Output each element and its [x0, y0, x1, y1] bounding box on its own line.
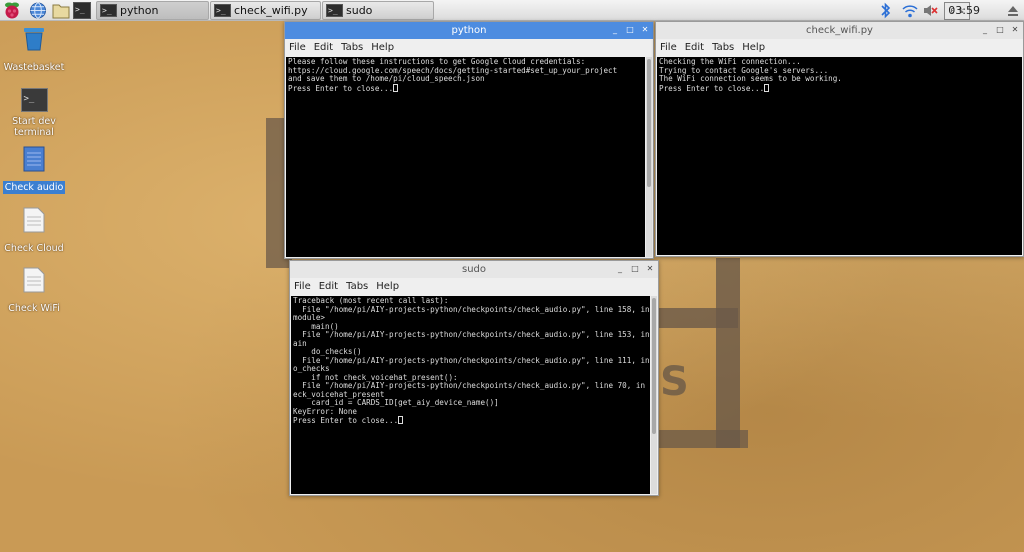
desktop-icon-wastebasket[interactable]: Wastebasket — [1, 26, 67, 74]
terminal-icon: >_ — [20, 88, 48, 112]
text-cursor — [398, 416, 404, 424]
document-icon — [23, 207, 45, 233]
window-menubar: File Edit Tabs Help — [285, 39, 653, 56]
menu-help[interactable]: Help — [742, 42, 765, 53]
menu-file[interactable]: File — [294, 281, 311, 292]
scrollbar[interactable] — [651, 296, 657, 494]
menu-help[interactable]: Help — [376, 281, 399, 292]
desktop-icon-check-wifi[interactable]: Check WiFi — [1, 267, 67, 315]
wallpaper-letter: S — [660, 359, 689, 405]
desktop-icon-check-audio[interactable]: Check audio — [1, 146, 67, 194]
minimize-button[interactable]: _ — [615, 264, 625, 274]
terminal-icon: >_ — [214, 4, 231, 17]
desktop-icon-check-cloud[interactable]: Check Cloud — [1, 207, 67, 255]
menu-file[interactable]: File — [660, 42, 677, 53]
text-cursor — [764, 83, 770, 92]
terminal-output[interactable]: Please follow these instructions to get … — [286, 57, 645, 257]
scrollbar[interactable] — [646, 57, 652, 257]
wifi-icon[interactable] — [902, 2, 918, 19]
clock[interactable]: 03:59 — [948, 4, 980, 17]
scrollbar-thumb[interactable] — [647, 59, 651, 187]
folder-icon[interactable] — [52, 2, 70, 19]
window-sudo[interactable]: sudo _ □ ✕ File Edit Tabs Help Traceback… — [289, 260, 659, 496]
menu-file[interactable]: File — [289, 42, 306, 53]
script-icon — [23, 146, 45, 172]
window-check-wifi[interactable]: check_wifi.py _ □ ✕ File Edit Tabs Help … — [655, 21, 1024, 257]
desktop-icon-start-dev-terminal[interactable]: >_ Start dev terminal — [1, 88, 67, 139]
close-button[interactable]: ✕ — [1010, 25, 1020, 35]
window-titlebar[interactable]: check_wifi.py _ □ ✕ — [656, 22, 1023, 39]
taskbar: >_ >_ python >_ check_wifi.py >_ sudo 0 … — [0, 0, 1024, 21]
eject-icon[interactable] — [1006, 2, 1020, 19]
menu-help[interactable]: Help — [371, 42, 394, 53]
minimize-button[interactable]: _ — [980, 25, 990, 35]
wallpaper-shape — [716, 258, 740, 448]
menu-tabs[interactable]: Tabs — [346, 281, 368, 292]
close-button[interactable]: ✕ — [645, 264, 655, 274]
terminal-icon: >_ — [326, 4, 343, 17]
taskbar-task-python[interactable]: >_ python — [96, 1, 209, 20]
taskbar-task-sudo[interactable]: >_ sudo — [322, 1, 434, 20]
maximize-button[interactable]: □ — [630, 264, 640, 274]
document-icon — [23, 267, 45, 293]
wallpaper-shape — [658, 308, 738, 328]
menu-tabs[interactable]: Tabs — [341, 42, 363, 53]
terminal-output[interactable]: Traceback (most recent call last): File … — [291, 296, 650, 494]
wallpaper-shape — [658, 430, 748, 448]
text-cursor — [393, 83, 399, 92]
volume-muted-icon[interactable] — [922, 2, 938, 19]
globe-icon[interactable] — [29, 2, 47, 19]
maximize-button[interactable]: □ — [995, 25, 1005, 35]
menu-edit[interactable]: Edit — [319, 281, 338, 292]
window-menubar: File Edit Tabs Help — [290, 278, 658, 295]
minimize-button[interactable]: _ — [610, 25, 620, 35]
scrollbar-thumb[interactable] — [652, 298, 656, 434]
window-menubar: File Edit Tabs Help — [656, 39, 1023, 56]
window-titlebar[interactable]: python _ □ ✕ — [285, 22, 653, 39]
taskbar-task-check-wifi[interactable]: >_ check_wifi.py — [210, 1, 321, 20]
bluetooth-icon[interactable] — [880, 2, 892, 19]
terminal-icon: >_ — [100, 4, 117, 17]
menu-edit[interactable]: Edit — [685, 42, 704, 53]
terminal-output[interactable]: Checking the WiFi connection... Trying t… — [657, 57, 1022, 255]
trash-icon — [24, 28, 44, 51]
close-button[interactable]: ✕ — [640, 25, 650, 35]
menu-edit[interactable]: Edit — [314, 42, 333, 53]
maximize-button[interactable]: □ — [625, 25, 635, 35]
terminal-launcher-icon[interactable]: >_ — [73, 2, 91, 19]
raspberry-menu-icon[interactable] — [3, 1, 21, 20]
window-python[interactable]: python _ □ ✕ File Edit Tabs Help Please … — [284, 21, 654, 259]
menu-tabs[interactable]: Tabs — [712, 42, 734, 53]
window-titlebar[interactable]: sudo _ □ ✕ — [290, 261, 658, 278]
